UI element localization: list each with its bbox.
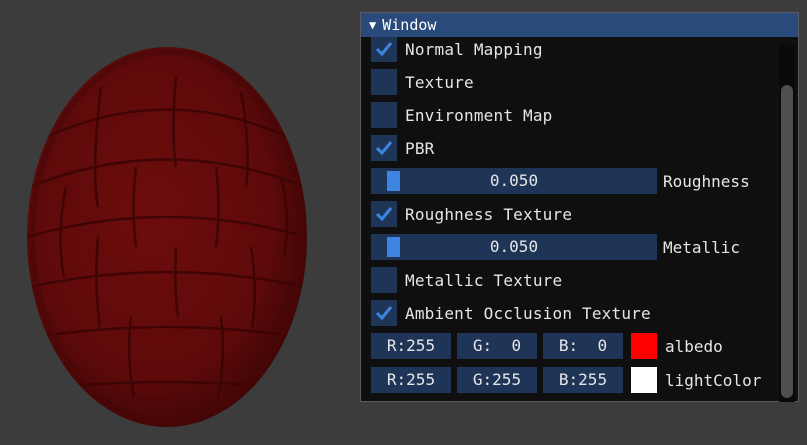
checkbox-row-pbr[interactable]: PBR — [371, 135, 435, 161]
checkmark-icon — [375, 306, 393, 321]
roughness-label: Roughness — [663, 171, 750, 191]
checkmark-icon — [375, 207, 393, 222]
slider-row-metallic: 0.050 Metallic — [371, 234, 740, 260]
window-titlebar[interactable]: ▼ Window — [361, 13, 798, 37]
light-color-r-field[interactable]: R:255 — [371, 367, 451, 393]
checkbox-row-ambient-occlusion-texture[interactable]: Ambient Occlusion Texture — [371, 300, 651, 326]
albedo-label: albedo — [665, 336, 723, 356]
roughness-texture-checkbox[interactable] — [371, 201, 397, 227]
light-color-swatch[interactable] — [631, 367, 657, 393]
checkbox-row-roughness-texture[interactable]: Roughness Texture — [371, 201, 572, 227]
metallic-label: Metallic — [663, 237, 741, 257]
environment-map-label: Environment Map — [405, 105, 553, 125]
albedo-g-field[interactable]: G: 0 — [457, 333, 537, 359]
texture-checkbox[interactable] — [371, 69, 397, 95]
metallic-texture-label: Metallic Texture — [405, 270, 563, 290]
checkbox-row-texture[interactable]: Texture — [371, 69, 474, 95]
checkbox-row-metallic-texture[interactable]: Metallic Texture — [371, 267, 562, 293]
albedo-b-field[interactable]: B: 0 — [543, 333, 623, 359]
normal-mapping-label: Normal Mapping — [405, 39, 543, 59]
checkmark-icon — [375, 42, 393, 57]
ambient-occlusion-texture-label: Ambient Occlusion Texture — [405, 303, 651, 323]
checkbox-row-normal-mapping[interactable]: Normal Mapping — [371, 37, 543, 62]
scrollbar-thumb[interactable] — [781, 85, 793, 398]
environment-map-checkbox[interactable] — [371, 102, 397, 128]
texture-label: Texture — [405, 72, 474, 92]
window-title: Window — [382, 16, 437, 34]
albedo-color-swatch[interactable] — [631, 333, 657, 359]
imgui-window: ▼ Window Normal Mapping Texture Environm… — [360, 12, 799, 402]
slider-row-roughness: 0.050 Roughness — [371, 168, 750, 194]
color-edit-light-color: R:255 G:255 B:255 lightColor — [371, 367, 761, 393]
color-edit-albedo: R:255 G: 0 B: 0 albedo — [371, 333, 723, 359]
ambient-occlusion-texture-checkbox[interactable] — [371, 300, 397, 326]
normal-mapping-checkbox[interactable] — [371, 37, 397, 62]
window-content: Normal Mapping Texture Environment Map P… — [361, 37, 798, 401]
checkmark-icon — [375, 141, 393, 156]
pbr-checkbox[interactable] — [371, 135, 397, 161]
roughness-value: 0.050 — [489, 171, 539, 190]
metallic-value: 0.050 — [489, 237, 539, 256]
roughness-texture-label: Roughness Texture — [405, 204, 573, 224]
light-color-label: lightColor — [665, 370, 762, 390]
light-color-b-field[interactable]: B:255 — [543, 367, 623, 393]
vertical-scrollbar[interactable] — [779, 45, 795, 402]
light-color-g-field[interactable]: G:255 — [457, 367, 537, 393]
metallic-slider[interactable]: 0.050 — [371, 234, 657, 260]
roughness-slider[interactable]: 0.050 — [371, 168, 657, 194]
albedo-r-field[interactable]: R:255 — [371, 333, 451, 359]
metallic-texture-checkbox[interactable] — [371, 267, 397, 293]
pbr-label: PBR — [405, 138, 435, 158]
checkbox-row-environment-map[interactable]: Environment Map — [371, 102, 553, 128]
collapse-triangle-icon[interactable]: ▼ — [369, 13, 376, 37]
rendered-ellipsoid — [27, 47, 307, 427]
